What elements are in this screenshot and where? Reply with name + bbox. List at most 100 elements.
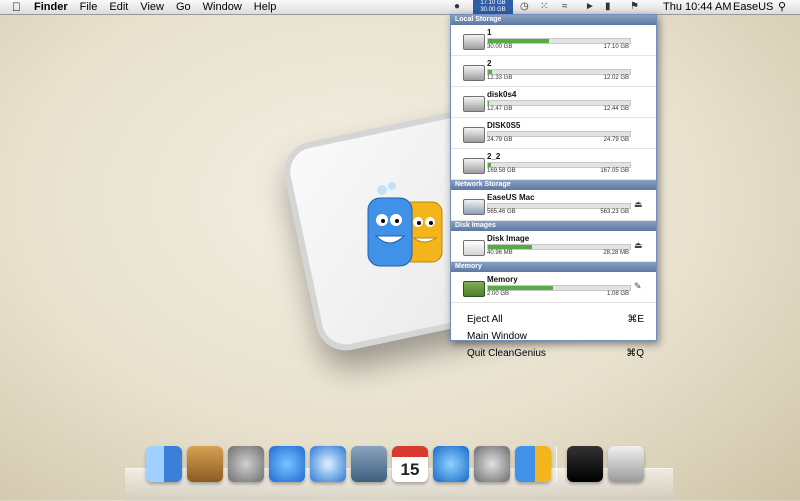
storage-item[interactable]: Memory 2.00 GB 1.08 GB ✎ [451,272,656,303]
eject-all-item[interactable]: Eject All ⌘E [451,311,656,328]
activity-monitor-icon[interactable] [567,446,603,482]
input-flag-icon[interactable]: ⚑ [630,0,639,14]
item-name: Memory [487,275,518,284]
storage-item[interactable]: 2_2 169.58 GB 167.05 GB [451,149,656,180]
widget-total: 30.00 GB [480,7,506,13]
broom-icon[interactable]: ✎ [634,281,642,292]
storage-item[interactable]: EaseUS Mac 565.46 GB 563.23 GB ⏏ [451,190,656,221]
eject-icon[interactable]: ⏏ [634,199,643,210]
usage-fill [488,286,554,290]
free-size: 1.08 GB [606,291,629,297]
usage-fill [488,39,550,43]
hard-disk-icon [463,96,485,112]
menu-view[interactable]: View [140,0,164,14]
volume-icon[interactable]: ► [585,0,595,14]
calendar-day: 15 [400,460,420,479]
used-size: 30.00 GB [487,44,513,50]
section-header: Memory [451,262,656,272]
free-size: 24.79 GB [603,137,629,143]
facetime-icon[interactable] [351,446,387,482]
storage-item[interactable]: disk0s4 12.47 GB 12.44 GB [451,87,656,118]
main-window-item[interactable]: Main Window [451,328,656,345]
wifi-icon[interactable]: ≈ [562,0,568,14]
used-size: 565.46 GB [487,209,516,215]
quit-item[interactable]: Quit CleanGenius ⌘Q [451,345,656,362]
item-name: DISK0S5 [487,121,521,130]
app-menus: Finder File Edit View Go Window Help [34,0,288,14]
free-size: 563.23 GB [600,209,629,215]
battery-icon[interactable]: ▮ [605,0,611,14]
trash-icon[interactable] [608,446,644,482]
app-store-icon[interactable] [269,446,305,482]
usage-fill [488,101,490,105]
shortcut-key: ⌘Q [626,348,644,359]
storage-item[interactable]: 1 30.00 GB 17.10 GB [451,25,656,56]
time-machine-icon[interactable]: ◷ [520,0,529,14]
storage-item[interactable]: Disk Image 40.96 MB 28.28 MB ⏏ [451,231,656,262]
free-size: 12.44 GB [603,106,629,112]
menu-item-label: Eject All [467,314,503,325]
system-preferences-icon[interactable] [474,446,510,482]
cleangenius-menu: Local Storage 1 30.00 GB 17.10 GB 2 12.33 GB 1… [450,14,657,359]
hard-disk-icon [463,158,485,174]
dock-separator [556,446,557,482]
item-name: 2 [487,59,492,68]
launchpad-icon[interactable] [228,446,264,482]
widget-free: 17.10 GB [480,0,506,6]
disk-usage-widget[interactable]: 17.10 GB 30.00 GB [473,0,513,14]
cleangenius-icon[interactable] [515,446,551,482]
spotlight-icon[interactable]: ⚲ [778,0,786,14]
menu-go[interactable]: Go [176,0,191,14]
free-size: 167.05 GB [600,168,629,174]
hard-disk-icon [463,65,485,81]
clock[interactable]: Thu 10:44 AM [663,0,732,14]
free-size: 17.10 GB [603,44,629,50]
safari-icon[interactable] [310,446,346,482]
menu-help[interactable]: Help [254,0,277,14]
section-header: Network Storage [451,180,656,190]
item-name: disk0s4 [487,90,517,99]
used-size: 12.47 GB [487,106,513,112]
shortcut-key: ⌘E [627,314,644,325]
cleangenius-menubar-icon[interactable]: ● [454,0,460,14]
memory-icon [463,281,485,297]
menu-window[interactable]: Window [203,0,242,14]
section-header: Disk Images [451,221,656,231]
used-size: 12.33 GB [487,75,513,81]
menu-item-label: Main Window [467,331,528,342]
used-size: 24.79 GB [487,137,513,143]
item-name: Disk Image [487,234,530,243]
calendar-icon[interactable]: 15 [392,446,428,482]
itunes-icon[interactable] [433,446,469,482]
free-size: 12.02 GB [603,75,629,81]
menu-item-label: Quit CleanGenius [467,348,546,359]
section-header: Local Storage [451,15,656,25]
usage-fill [488,163,491,167]
dock: 15 [146,446,649,482]
hard-disk-icon [463,34,485,50]
menu-file[interactable]: File [80,0,98,14]
usage-fill [488,70,493,74]
network-drive-icon [463,199,485,215]
user-menu[interactable]: EaseUS [733,0,773,14]
usage-fill [488,245,533,249]
menu-edit[interactable]: Edit [109,0,128,14]
storage-item[interactable]: 2 12.33 GB 12.02 GB [451,56,656,87]
cleangenius-mascot-icon [367,182,443,267]
item-name: 1 [487,28,492,37]
storage-item[interactable]: DISK0S5 24.79 GB 24.79 GB [451,118,656,149]
bluetooth-icon[interactable]: ⁙ [540,0,548,14]
apple-menu-icon[interactable]:  [12,0,21,14]
menu-finder[interactable]: Finder [34,0,68,14]
menu-bar:  Finder File Edit View Go Window Help ●… [0,0,800,15]
finder-icon[interactable] [146,446,182,482]
eject-icon[interactable]: ⏏ [634,240,643,251]
used-size: 2.00 GB [487,291,510,297]
item-name: EaseUS Mac [487,193,535,202]
hard-disk-icon [463,240,485,256]
item-name: 2_2 [487,152,501,161]
address-book-icon[interactable] [187,446,223,482]
used-size: 40.96 MB [487,250,513,256]
free-size: 28.28 MB [603,250,629,256]
used-size: 169.58 GB [487,168,516,174]
